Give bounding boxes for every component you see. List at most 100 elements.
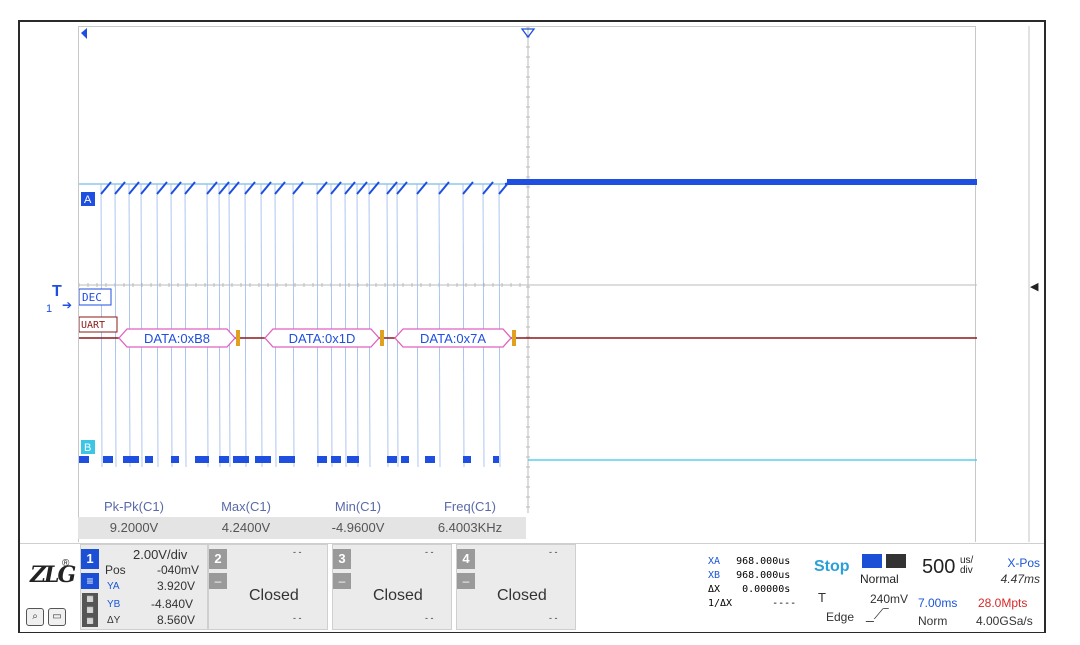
cursor-dx-label: ΔX [708,584,721,595]
channel-2-panel[interactable]: 2 – - - Closed - - [208,544,328,630]
timebase-unit: us/ div [960,556,973,576]
cursor-xa-value: 968.000us [736,556,791,567]
channel-b-pulse [145,456,153,463]
cursor-xb-value: 968.000us [736,570,791,581]
channel-b-pulse [171,456,179,463]
sample-mode: Norm [918,614,948,628]
channel-1-grid-icon: ▦ ▦ ▦ [82,593,98,627]
channel-a-edge [356,183,359,468]
left-position-icon [81,28,87,39]
decode-stop-marker [236,330,240,346]
bottom-control-panel: ZLG ® ⌕ ▭ 1 ≡ ▦ ▦ ▦ 2.00V/div Pos -040mV Y… [20,543,1044,632]
measure-value-min: -4.9600V [331,520,385,535]
channel-a-idle-trace [507,179,977,185]
channel-b-pulse [317,456,327,463]
measure-value-pkpk: 9.2000V [109,520,159,535]
channel-1-yb-label: YB [107,599,121,610]
trigger-type: Edge [826,610,855,624]
timebase-unit-bottom: div [960,565,973,576]
channel-b-pulse [331,456,341,463]
timebase-panel[interactable]: 500 us/ div X-Pos 4.47ms 7.00ms 28.0Mpts… [916,550,1044,630]
magnifier-tool-icon[interactable]: ⌕ [26,608,44,626]
waveform-canvas: A DEC UART DATA:0xB8 DATA:0x1D DATA:0x7A B [79,27,977,513]
channel-a-edge [274,183,277,468]
channel-a-edge [170,183,173,468]
channel-b-pulse [79,456,89,463]
acquisition-mode[interactable]: Normal [858,554,914,590]
cursor-xb-label: XB [708,570,721,581]
channel-3-panel[interactable]: 3 – - - Closed - - [332,544,452,630]
channel-3-state: Closed [373,587,423,604]
channel-b-pulse [279,456,295,463]
decode-frame-label: DATA:0x7A [420,331,486,346]
cursor-inv-label: 1/ΔX [708,598,733,609]
channel-b-pulse [255,456,271,463]
cursor-xa-row: XA 968.000us [708,556,808,567]
right-panel-toggle-icon[interactable]: ◀ [1030,280,1038,293]
channel-2-coupling-icon: – [209,573,227,589]
channel-a-edge [156,183,159,468]
channel-2-dash-bottom: - - [293,613,302,623]
measure-header-freq: Freq(C1) [443,499,496,514]
cursor-xb-row: XB 968.000us [708,570,808,581]
channel-b-pulse [401,456,409,463]
decode-stop-marker [512,330,516,346]
measurement-panel: Pk-Pk(C1) Max(C1) Min(C1) Freq(C1) 9.200… [78,495,526,542]
measure-header-max: Max(C1) [221,499,271,514]
acquisition-mode-label: Normal [860,572,899,586]
cursor-xa-label: XA [708,556,721,567]
decode-stop-marker [380,330,384,346]
trigger-label: T [818,590,826,605]
channel-a-edge [218,183,221,468]
trigger-marker[interactable]: T [52,283,62,301]
channel-a-edge [330,183,333,468]
channel-a-edge [498,183,501,468]
channel-a-edge [184,183,187,468]
channel-b-pulse [233,456,249,463]
channel-2-state: Closed [249,587,299,604]
channel-b-pulse [425,456,435,463]
channel-4-coupling-icon: – [457,573,475,589]
cursor-readout[interactable]: XA 968.000us XB 968.000us ΔX 0.00000s 1/… [708,556,808,626]
run-stop-button[interactable]: Stop [814,558,856,582]
cursor-inv-row: 1/ΔX ---- [708,598,808,609]
cursor-dx-row: ΔX 0.00000s [708,584,808,595]
channel-b-pulse [493,456,499,463]
measure-header-pkpk: Pk-Pk(C1) [104,499,164,514]
channel-b-pulse [219,456,229,463]
decode-frame-label: DATA:0x1D [289,331,356,346]
channel-1-panel[interactable]: 1 ≡ ▦ ▦ ▦ 2.00V/div Pos -040mV YA 3.920V Y… [80,544,208,630]
channel-a-edge [396,183,399,468]
channel-1-scale: 2.00V/div [133,547,188,562]
channel-4-state: Closed [497,587,547,604]
channel-a-marker-label: A [84,194,92,206]
channel-2-dash-top: - - [293,547,302,557]
channel-3-dash-top: - - [425,547,434,557]
channel-1-ya-value: 3.920V [157,579,196,593]
channel-4-panel[interactable]: 4 – - - Closed - - [456,544,576,630]
trigger-arrow-icon: ➔ [62,298,73,312]
channel-4-dash-bottom: - - [549,613,558,623]
channel-1-pos-label: Pos [105,563,126,577]
channel-b-pulse [123,456,139,463]
channel-b-pulse [387,456,397,463]
trigger-settings[interactable]: T 240mV Edge _⟋‾ [814,590,914,630]
window-tool-icon[interactable]: ▭ [48,608,66,626]
trigger-level: 240mV [870,592,909,606]
cursor-inv-value: ---- [772,598,797,609]
channel-3-coupling-icon: – [333,573,351,589]
waveform-display[interactable]: A DEC UART DATA:0xB8 DATA:0x1D DATA:0x7A B [78,26,977,542]
channel-a-edge [344,183,347,468]
channel-2-number: 2 [209,549,227,569]
channel-4-number: 4 [457,549,475,569]
xpos-value: 4.47ms [1000,572,1040,586]
channel-a-edge [140,183,143,468]
channel-4-dash-top: - - [549,547,558,557]
channel-a-edge [228,183,231,468]
decode-frame-label: DATA:0xB8 [144,331,210,346]
channel-1-coupling-icon: ≡ [81,573,99,589]
rising-edge-icon: _⟋‾ [866,606,889,622]
channel-a-edge [368,183,371,468]
channel-a-edge [386,183,389,468]
cursor-dx-value: 0.00000s [742,584,791,595]
